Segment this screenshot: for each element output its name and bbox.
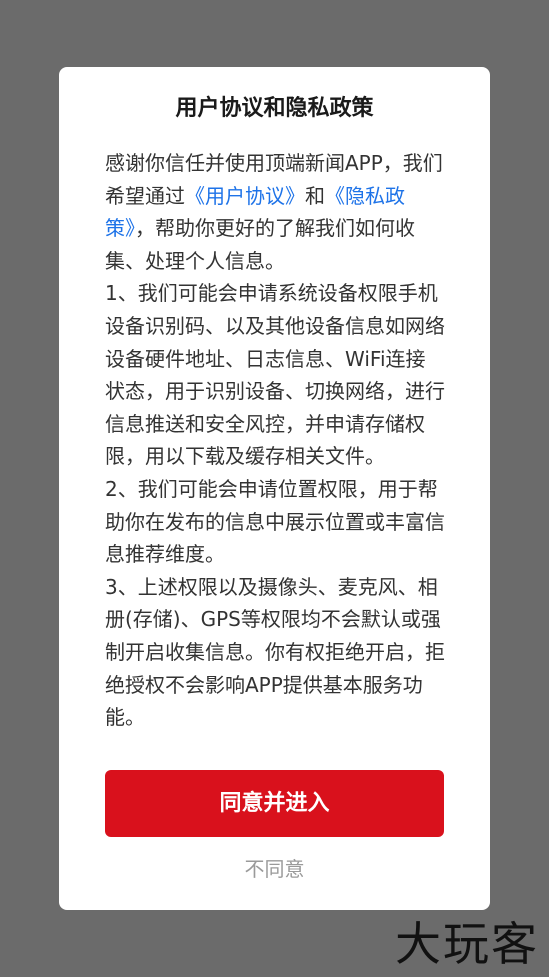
intro-suffix: ，帮助你更好的了解我们如何收集、处理个人信息。 (105, 216, 415, 273)
disagree-button[interactable]: 不同意 (59, 853, 490, 885)
privacy-dialog: 用户协议和隐私政策 感谢你信任并使用顶端新闻APP，我们希望通过《用户协议》和《… (59, 67, 490, 910)
intro-paragraph: 感谢你信任并使用顶端新闻APP，我们希望通过《用户协议》和《隐私政策》，帮助你更… (105, 147, 445, 277)
user-agreement-link[interactable]: 《用户协议》 (185, 184, 305, 208)
permission-paragraph-3: 3、上述权限以及摄像头、麦克风、相册(存储)、GPS等权限均不会默认或强制开启收… (105, 574, 445, 730)
dialog-title: 用户协议和隐私政策 (175, 96, 374, 121)
permission-paragraph-1: 1、我们可能会申请系统设备权限手机设备识别码、以及其他设备信息如网络设备硬件地址… (105, 281, 445, 469)
permission-paragraph-2: 2、我们可能会申请位置权限，用于帮助你在发布的信息中展示位置或丰富信息推荐维度。 (105, 476, 445, 567)
watermark-logo: 大玩客 (395, 917, 539, 971)
dialog-body: 感谢你信任并使用顶端新闻APP，我们希望通过《用户协议》和《隐私政策》，帮助你更… (105, 147, 445, 734)
agree-button[interactable]: 同意并进入 (105, 770, 444, 837)
intro-and: 和 (305, 183, 325, 208)
